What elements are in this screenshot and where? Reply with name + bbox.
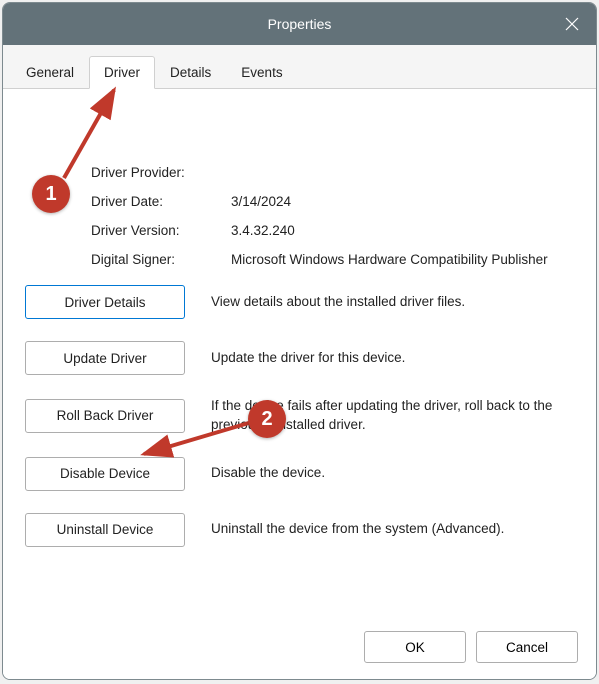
tab-strip: General Driver Details Events (3, 45, 596, 89)
signer-label: Digital Signer: (91, 252, 231, 267)
window-title: Properties (268, 16, 332, 32)
date-label: Driver Date: (91, 194, 231, 209)
uninstall-device-button[interactable]: Uninstall Device (25, 513, 185, 547)
update-driver-button[interactable]: Update Driver (25, 341, 185, 375)
annotation-badge-1: 1 (32, 175, 70, 213)
cancel-button[interactable]: Cancel (476, 631, 578, 663)
rollback-driver-button[interactable]: Roll Back Driver (25, 399, 185, 433)
tab-general[interactable]: General (11, 56, 89, 89)
titlebar: Properties (3, 3, 596, 45)
action-row-disable: Disable Device Disable the device. (25, 457, 574, 491)
driver-info-section: Driver Provider: Driver Date: 3/14/2024 … (91, 165, 574, 267)
action-row-update: Update Driver Update the driver for this… (25, 341, 574, 375)
close-icon (565, 17, 579, 31)
tab-details[interactable]: Details (155, 56, 226, 89)
uninstall-device-desc: Uninstall the device from the system (Ad… (211, 520, 574, 539)
properties-dialog: Properties General Driver Details Events… (2, 2, 597, 680)
date-value: 3/14/2024 (231, 194, 574, 209)
ok-button[interactable]: OK (364, 631, 466, 663)
disable-device-desc: Disable the device. (211, 464, 574, 483)
info-row-date: Driver Date: 3/14/2024 (91, 194, 574, 209)
action-row-uninstall: Uninstall Device Uninstall the device fr… (25, 513, 574, 547)
tab-events[interactable]: Events (226, 56, 297, 89)
provider-label: Driver Provider: (91, 165, 231, 180)
tab-content: Driver Provider: Driver Date: 3/14/2024 … (3, 89, 596, 619)
tab-driver[interactable]: Driver (89, 56, 155, 89)
action-row-rollback: Roll Back Driver If the device fails aft… (25, 397, 574, 435)
info-row-version: Driver Version: 3.4.32.240 (91, 223, 574, 238)
close-button[interactable] (548, 3, 596, 45)
dialog-footer: OK Cancel (3, 619, 596, 679)
annotation-badge-2: 2 (248, 400, 286, 438)
info-row-provider: Driver Provider: (91, 165, 574, 180)
driver-actions: Driver Details View details about the in… (25, 285, 574, 547)
version-label: Driver Version: (91, 223, 231, 238)
disable-device-button[interactable]: Disable Device (25, 457, 185, 491)
action-row-details: Driver Details View details about the in… (25, 285, 574, 319)
driver-details-desc: View details about the installed driver … (211, 293, 574, 312)
info-row-signer: Digital Signer: Microsoft Windows Hardwa… (91, 252, 574, 267)
signer-value: Microsoft Windows Hardware Compatibility… (231, 252, 574, 267)
driver-details-button[interactable]: Driver Details (25, 285, 185, 319)
version-value: 3.4.32.240 (231, 223, 574, 238)
update-driver-desc: Update the driver for this device. (211, 349, 574, 368)
